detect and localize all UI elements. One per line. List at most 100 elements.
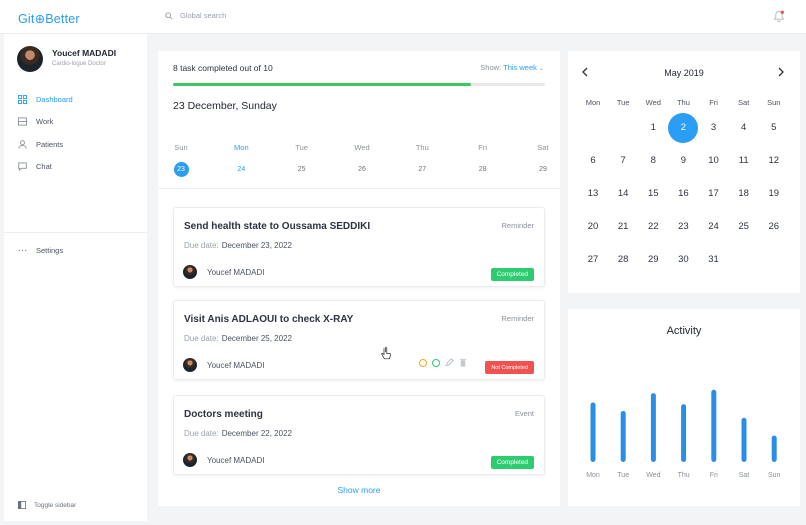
calendar-day[interactable]: 24 — [699, 210, 729, 243]
status-badge: Not Completed — [485, 361, 534, 374]
tasks-summary: 8 task completed out of 10 — [173, 63, 273, 73]
sidebar-item-settings[interactable]: Settings — [18, 246, 63, 255]
calendar-day[interactable]: 2 — [668, 111, 699, 144]
calendar-day[interactable]: 17 — [699, 177, 729, 210]
search-icon — [165, 11, 173, 20]
calendar-day[interactable]: 11 — [729, 144, 759, 177]
week-date[interactable]: 27 — [409, 161, 435, 177]
calendar-month: May 2019 — [664, 68, 704, 78]
week-date[interactable]: 28 — [470, 161, 496, 177]
calendar-weekday: Thu — [676, 98, 690, 107]
calendar-day[interactable]: 28 — [608, 243, 638, 276]
calendar-day[interactable]: 1 — [638, 111, 668, 144]
activity-bar-fri — [711, 389, 717, 462]
calendar-day[interactable]: 12 — [759, 144, 789, 177]
trash-icon[interactable] — [459, 358, 467, 367]
period-value[interactable]: This week — [503, 63, 537, 72]
search-input[interactable]: Global search — [180, 11, 226, 20]
week-day-dates: 23 24 25 26 27 28 29 — [168, 161, 556, 177]
calendar-day[interactable]: 10 — [699, 144, 729, 177]
calendar-day[interactable]: 14 — [608, 177, 638, 210]
activity-bar-tue — [620, 411, 626, 462]
hand-cursor-icon — [381, 347, 391, 360]
sidebar-item-label: Work — [36, 117, 54, 126]
avatar[interactable] — [17, 46, 43, 72]
week-date[interactable]: 24 — [228, 161, 254, 177]
show-more-link[interactable]: Show more — [158, 485, 560, 495]
sidebar-item-label: Patients — [36, 140, 64, 149]
task-card[interactable]: Doctors meeting Event Due date: December … — [173, 395, 545, 475]
calendar-day[interactable]: 4 — [729, 111, 759, 144]
week-day-name: Mon — [234, 143, 249, 152]
sidebar-item-chat[interactable]: Chat — [18, 162, 52, 171]
calendar-day[interactable]: 22 — [638, 210, 668, 243]
calendar-day[interactable]: 3 — [699, 111, 729, 144]
calendar-day[interactable]: 9 — [668, 144, 698, 177]
sidebar-item-label: Settings — [36, 246, 64, 255]
top-bar: Git⊕Better Global search — [0, 0, 806, 34]
week-day-name: Sun — [174, 143, 188, 152]
calendar-day[interactable]: 13 — [578, 177, 608, 210]
calendar-empty-cell — [578, 111, 608, 144]
calendar-day[interactable]: 15 — [638, 177, 668, 210]
task-assignee: Youcef MADADI — [207, 361, 265, 370]
current-date: 23 December, Sunday — [173, 100, 277, 112]
week-day-name: Sat — [537, 143, 549, 152]
more-icon — [18, 249, 27, 252]
calendar-day[interactable]: 6 — [578, 144, 608, 177]
calendar-day[interactable]: 26 — [759, 210, 789, 243]
calendar-day[interactable]: 20 — [578, 210, 608, 243]
calendar-empty-cell — [608, 111, 638, 144]
calendar-day[interactable]: 21 — [608, 210, 638, 243]
calendar-day[interactable]: 27 — [578, 243, 608, 276]
app-logo[interactable]: Git⊕Better — [18, 11, 80, 26]
complete-circle-icon[interactable] — [432, 358, 440, 367]
sidebar-item-work[interactable]: Work — [18, 117, 53, 126]
calendar-day[interactable]: 30 — [668, 243, 698, 276]
calendar-day[interactable]: 5 — [759, 111, 789, 144]
calendar-day[interactable]: 16 — [668, 177, 698, 210]
calendar-day[interactable]: 19 — [759, 177, 789, 210]
calendar-day[interactable]: 31 — [699, 243, 729, 276]
sidebar-item-patients[interactable]: Patients — [18, 140, 63, 149]
calendar-weekday: Sat — [738, 98, 750, 107]
tasks-panel: 8 task completed out of 10 Show: This we… — [158, 51, 560, 506]
sidebar-item-dashboard[interactable]: Dashboard — [18, 95, 73, 104]
task-card[interactable]: Visit Anis ADLAOUI to check X-RAY Remind… — [173, 300, 545, 380]
week-date[interactable]: 25 — [289, 161, 315, 177]
grid-icon — [18, 95, 27, 104]
chevron-right-icon[interactable] — [776, 66, 786, 78]
activity-tick-label: Sat — [739, 472, 750, 479]
calendar-day[interactable]: 23 — [668, 210, 698, 243]
activity-tick-label: Sun — [768, 472, 781, 479]
activity-panel: Activity Mon Tue Wed Thu Fri Sat Sun — [568, 309, 800, 506]
week-date[interactable]: 29 — [530, 161, 556, 177]
activity-tick-label: Thu — [678, 472, 690, 479]
search-bar[interactable]: Global search — [165, 11, 226, 20]
calendar-day[interactable]: 29 — [638, 243, 668, 276]
week-day-name: Fri — [478, 143, 488, 152]
pending-circle-icon[interactable] — [419, 358, 427, 367]
activity-bar-sat — [741, 417, 747, 462]
period-selector[interactable]: Show: This week ⌄ — [480, 63, 544, 72]
avatar — [183, 358, 197, 372]
toggle-sidebar-button[interactable]: Toggle sidebar — [18, 501, 76, 509]
pencil-icon[interactable] — [445, 358, 454, 367]
calendar-day[interactable]: 25 — [729, 210, 759, 243]
calendar-day[interactable]: 7 — [608, 144, 638, 177]
bell-icon[interactable] — [773, 10, 785, 23]
calendar-weekday: Wed — [645, 98, 661, 107]
profile-role: Cardio-logue Doctor — [52, 61, 106, 67]
avatar — [183, 453, 197, 467]
week-date[interactable]: 26 — [349, 161, 375, 177]
week-date-today[interactable]: 23 — [168, 161, 194, 177]
activity-tick-label: Tue — [617, 472, 629, 479]
avatar — [183, 265, 197, 279]
task-card[interactable]: Send health state to Oussama SEDDIKI Rem… — [173, 207, 545, 287]
sidebar-item-label: Dashboard — [36, 95, 73, 104]
sidebar: Youcef MADADI Cardio-logue Doctor Dashbo… — [4, 34, 147, 521]
calendar-day[interactable]: 8 — [638, 144, 668, 177]
status-badge: Completed — [490, 268, 534, 281]
activity-tick-label: Fri — [710, 472, 719, 479]
calendar-day[interactable]: 18 — [729, 177, 759, 210]
